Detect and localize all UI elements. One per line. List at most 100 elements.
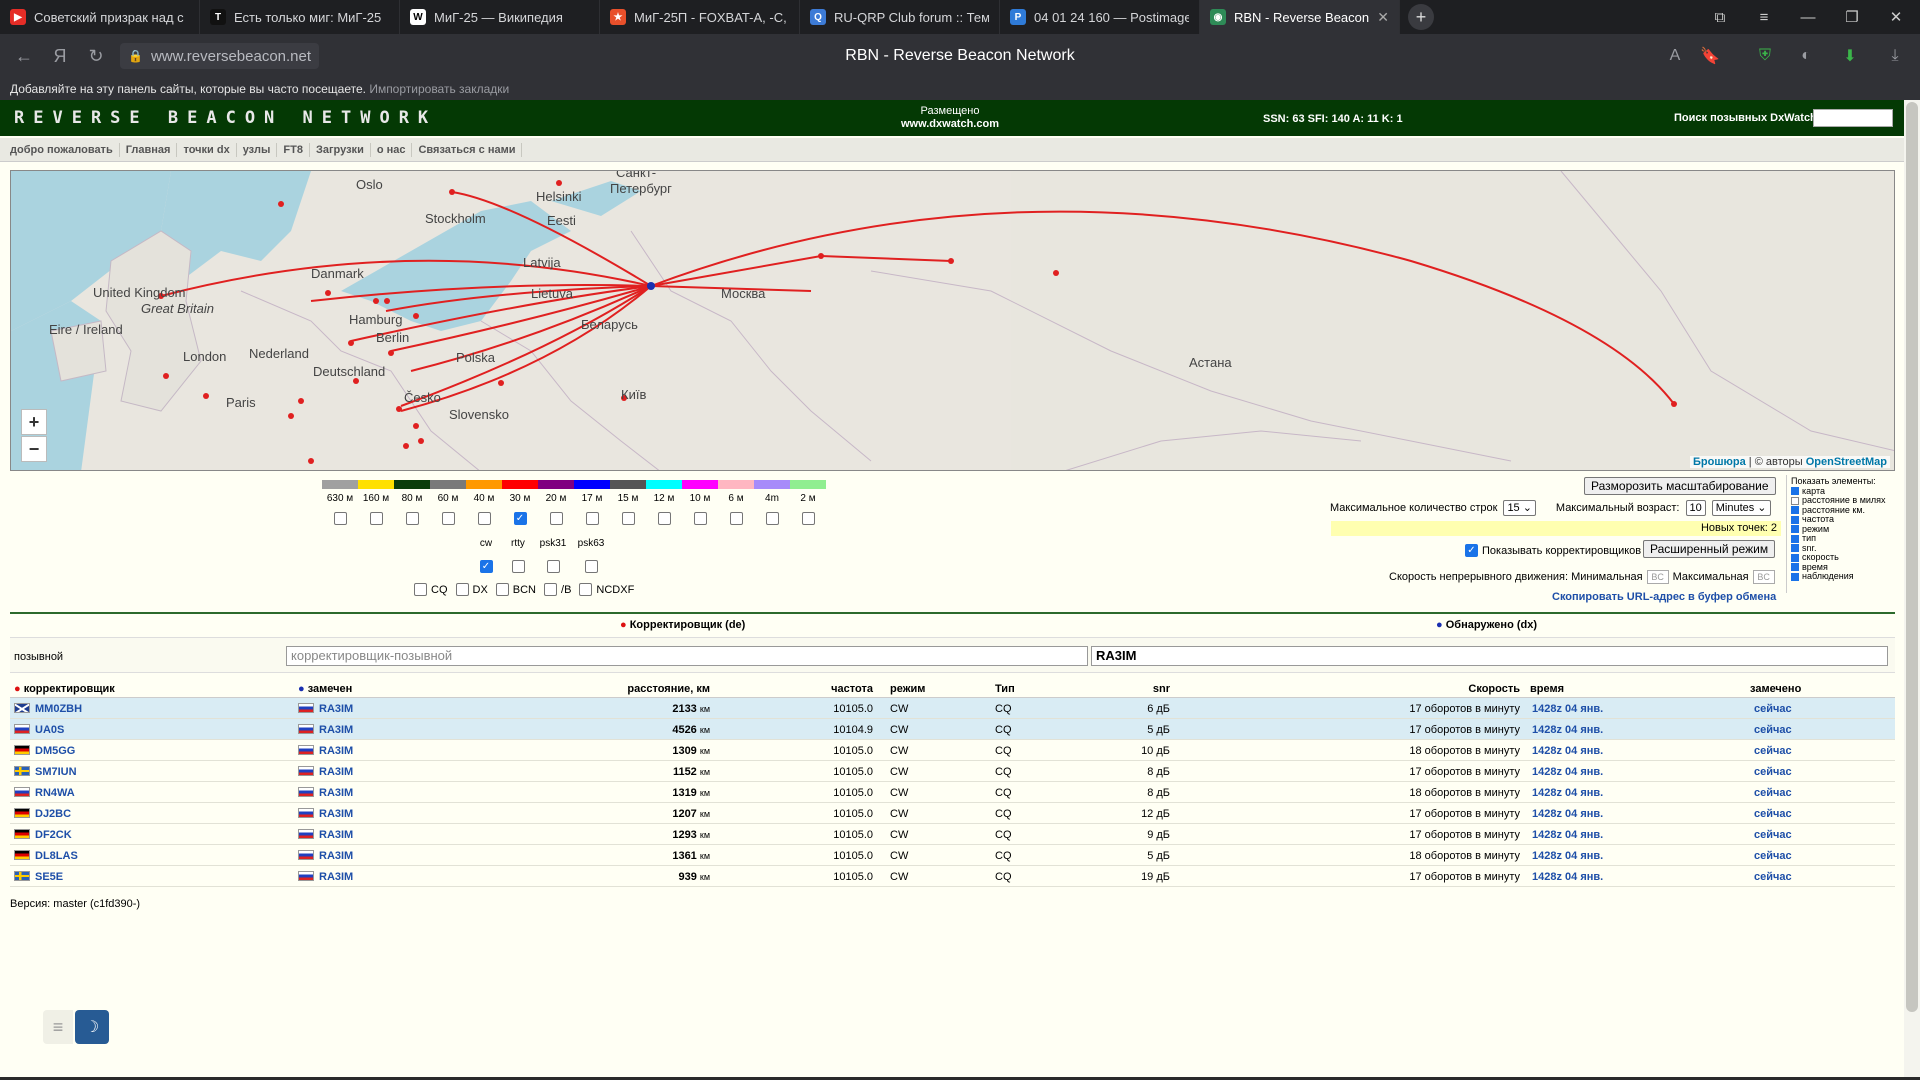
browser-tab[interactable]: W МиГ-25 — Википедия — [400, 0, 600, 34]
seen-link[interactable]: сейчас — [1754, 850, 1792, 862]
filter-4[interactable]: NCDXF — [579, 583, 634, 596]
band-checkbox[interactable] — [621, 512, 635, 525]
speed-min-input[interactable]: BC — [1646, 570, 1669, 584]
seen-link[interactable]: сейчас — [1754, 829, 1792, 841]
filter-checkbox[interactable] — [495, 583, 509, 596]
bookmark-icon[interactable]: 🔖 — [1697, 43, 1723, 69]
minimize-icon[interactable]: — — [1786, 0, 1830, 34]
dx-callsign-link[interactable]: RA3IM — [319, 703, 353, 715]
band-checkbox[interactable] — [333, 512, 347, 525]
de-callsign-link[interactable]: MM0ZBH — [35, 703, 82, 715]
dx-callsign-input[interactable]: RA3IM — [1091, 646, 1888, 666]
de-callsign-link[interactable]: DJ2BC — [35, 808, 71, 820]
col-time[interactable]: время — [1530, 683, 1564, 695]
band-checkbox[interactable] — [801, 512, 815, 525]
col-seen[interactable]: замечено — [1750, 683, 1801, 695]
back-icon[interactable]: ← — [6, 38, 42, 74]
table-row[interactable]: RN4WA RA3IM 1319 км 10105.0 CW CQ 8 дБ 18 оборо… — [10, 782, 1895, 803]
reload-icon[interactable]: ↻ — [78, 38, 114, 74]
max-age-unit-select[interactable]: Minutes ⌄ — [1711, 500, 1771, 516]
browser-tab[interactable]: T Есть только миг: МиГ-25 — [200, 0, 400, 34]
band-checkbox[interactable]: ✓ — [513, 512, 527, 525]
band-checkbox[interactable] — [369, 512, 383, 525]
dx-callsign-link[interactable]: RA3IM — [319, 829, 353, 841]
de-callsign-link[interactable]: SE5E — [35, 871, 63, 883]
advanced-mode-button[interactable]: Расширенный режим — [1643, 540, 1776, 558]
zoom-out-button[interactable]: − — [21, 436, 47, 462]
col-speed[interactable]: Скорость — [1468, 683, 1520, 695]
col-dx[interactable]: ● замечен — [298, 683, 352, 695]
show-element-checkbox[interactable] — [1791, 553, 1799, 562]
col-de[interactable]: ● корректировщик — [14, 683, 115, 695]
browser-tab[interactable]: ▶ Советский призрак над с — [0, 0, 200, 34]
download-arrow-icon[interactable]: ⬇ — [1837, 43, 1863, 69]
seen-link[interactable]: сейчас — [1754, 745, 1792, 757]
site-logo[interactable]: REVERSE BEACON NETWORK — [14, 108, 437, 128]
dx-callsign-link[interactable]: RA3IM — [319, 745, 353, 757]
seen-link[interactable]: сейчас — [1754, 871, 1792, 883]
dx-callsign-link[interactable]: RA3IM — [319, 787, 353, 799]
seen-link[interactable]: сейчас — [1754, 808, 1792, 820]
zoom-in-button[interactable]: + — [21, 409, 47, 435]
table-row[interactable]: DF2CK RA3IM 1293 км 10105.0 CW CQ 9 дБ 17 оборо… — [10, 824, 1895, 845]
nav-item[interactable]: Связаться с нами — [412, 142, 523, 157]
seen-link[interactable]: сейчас — [1754, 703, 1792, 715]
translate-icon[interactable]: A — [1662, 43, 1688, 69]
nav-item[interactable]: о нас — [371, 142, 413, 157]
close-tab-icon[interactable]: ✕ — [1377, 9, 1389, 26]
copy-url-link[interactable]: Скопировать URL-адрес в буфер обмена — [1552, 591, 1776, 603]
dx-search-input[interactable] — [1813, 109, 1893, 127]
de-callsign-link[interactable]: UA0S — [35, 724, 64, 736]
nav-item[interactable]: FT8 — [277, 142, 310, 157]
dx-callsign-link[interactable]: RA3IM — [319, 808, 353, 820]
table-row[interactable]: UA0S RA3IM 4526 км 10104.9 CW CQ 5 дБ 17 оборот… — [10, 719, 1895, 740]
nav-item[interactable]: Главная — [120, 142, 178, 157]
show-element-item[interactable]: наблюдения — [1791, 571, 1892, 582]
show-element-checkbox[interactable] — [1791, 544, 1799, 553]
browser-tab[interactable]: ★ МиГ-25П - FOXBAT-A, -C, — [600, 0, 800, 34]
band-checkbox[interactable] — [441, 512, 455, 525]
col-type[interactable]: Тип — [995, 683, 1015, 695]
time-link[interactable]: 1428z 04 янв. — [1532, 787, 1603, 799]
filter-checkbox[interactable] — [455, 583, 469, 596]
browser-tab[interactable]: ◉ RBN - Reverse Beacon N ✕ — [1200, 0, 1400, 34]
new-tab-button[interactable]: + — [1408, 4, 1434, 30]
filter-checkbox[interactable] — [414, 583, 427, 596]
mode-checkbox[interactable] — [546, 560, 560, 573]
time-link[interactable]: 1428z 04 янв. — [1532, 766, 1603, 778]
de-callsign-link[interactable]: DF2CK — [35, 829, 72, 841]
table-row[interactable]: DL8LAS RA3IM 1361 км 10105.0 CW CQ 5 дБ 18 обор… — [10, 845, 1895, 866]
browser-tab[interactable]: Q RU-QRP Club forum :: Тема — [800, 0, 1000, 34]
de-callsign-link[interactable]: DM5GG — [35, 745, 75, 757]
show-correctors-toggle[interactable]: ✓ Показывать корректировщиков — [1465, 544, 1641, 557]
filter-1[interactable]: DX — [455, 583, 488, 596]
table-row[interactable]: DM5GG RA3IM 1309 км 10105.0 CW CQ 10 дБ 18 обор… — [10, 740, 1895, 761]
mode-checkbox[interactable] — [584, 560, 598, 573]
hosted-site-link[interactable]: www.dxwatch.com — [901, 118, 999, 130]
nav-item[interactable]: точки dx — [177, 142, 237, 157]
filter-2[interactable]: BCN — [495, 583, 536, 596]
table-row[interactable]: MM0ZBH RA3IM 2133 км 10105.0 CW CQ 6 дБ 17 обор… — [10, 698, 1895, 719]
time-link[interactable]: 1428z 04 янв. — [1532, 829, 1603, 841]
spot-map[interactable]: Oslo Helsinki Санкт- Петербург Stockholm Eest… — [10, 170, 1895, 471]
band-checkbox[interactable] — [585, 512, 599, 525]
filter-0[interactable]: CQ — [414, 583, 448, 596]
speed-max-input[interactable]: BC — [1752, 570, 1775, 584]
nav-item[interactable]: Загрузки — [310, 142, 371, 157]
show-element-checkbox[interactable] — [1791, 534, 1799, 543]
url-field[interactable]: 🔒 www.reversebeacon.net — [120, 43, 320, 69]
table-row[interactable]: SM7IUN RA3IM 1152 км 10105.0 CW CQ 8 дБ 17 обор… — [10, 761, 1895, 782]
mode-checkbox[interactable]: ✓ — [479, 560, 493, 573]
col-mode[interactable]: режим — [890, 683, 925, 695]
nav-item[interactable]: узлы — [237, 142, 278, 157]
time-link[interactable]: 1428z 04 янв. — [1532, 703, 1603, 715]
map-canvas[interactable]: Oslo Helsinki Санкт-Петербург Stockholm Eest… — [11, 171, 1895, 471]
table-row[interactable]: DJ2BC RA3IM 1207 км 10105.0 CW CQ 12 дБ 17 обор… — [10, 803, 1895, 824]
band-checkbox[interactable] — [405, 512, 419, 525]
time-link[interactable]: 1428z 04 янв. — [1532, 808, 1603, 820]
time-link[interactable]: 1428z 04 янв. — [1532, 745, 1603, 757]
band-checkbox[interactable] — [549, 512, 563, 525]
nav-item[interactable]: добро пожаловать — [4, 142, 120, 157]
scrollbar-thumb[interactable] — [1906, 102, 1918, 1012]
seen-link[interactable]: сейчас — [1754, 787, 1792, 799]
